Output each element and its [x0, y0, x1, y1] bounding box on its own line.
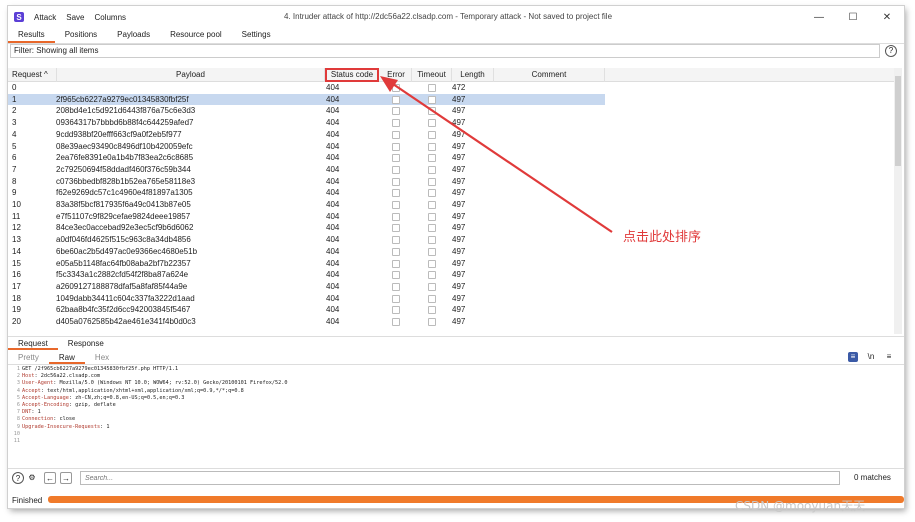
annotation-arrow [380, 76, 613, 233]
watermark: CSDN @mooyuan天天 [735, 499, 866, 513]
annotation-text: 点击此处排序 [623, 230, 702, 245]
